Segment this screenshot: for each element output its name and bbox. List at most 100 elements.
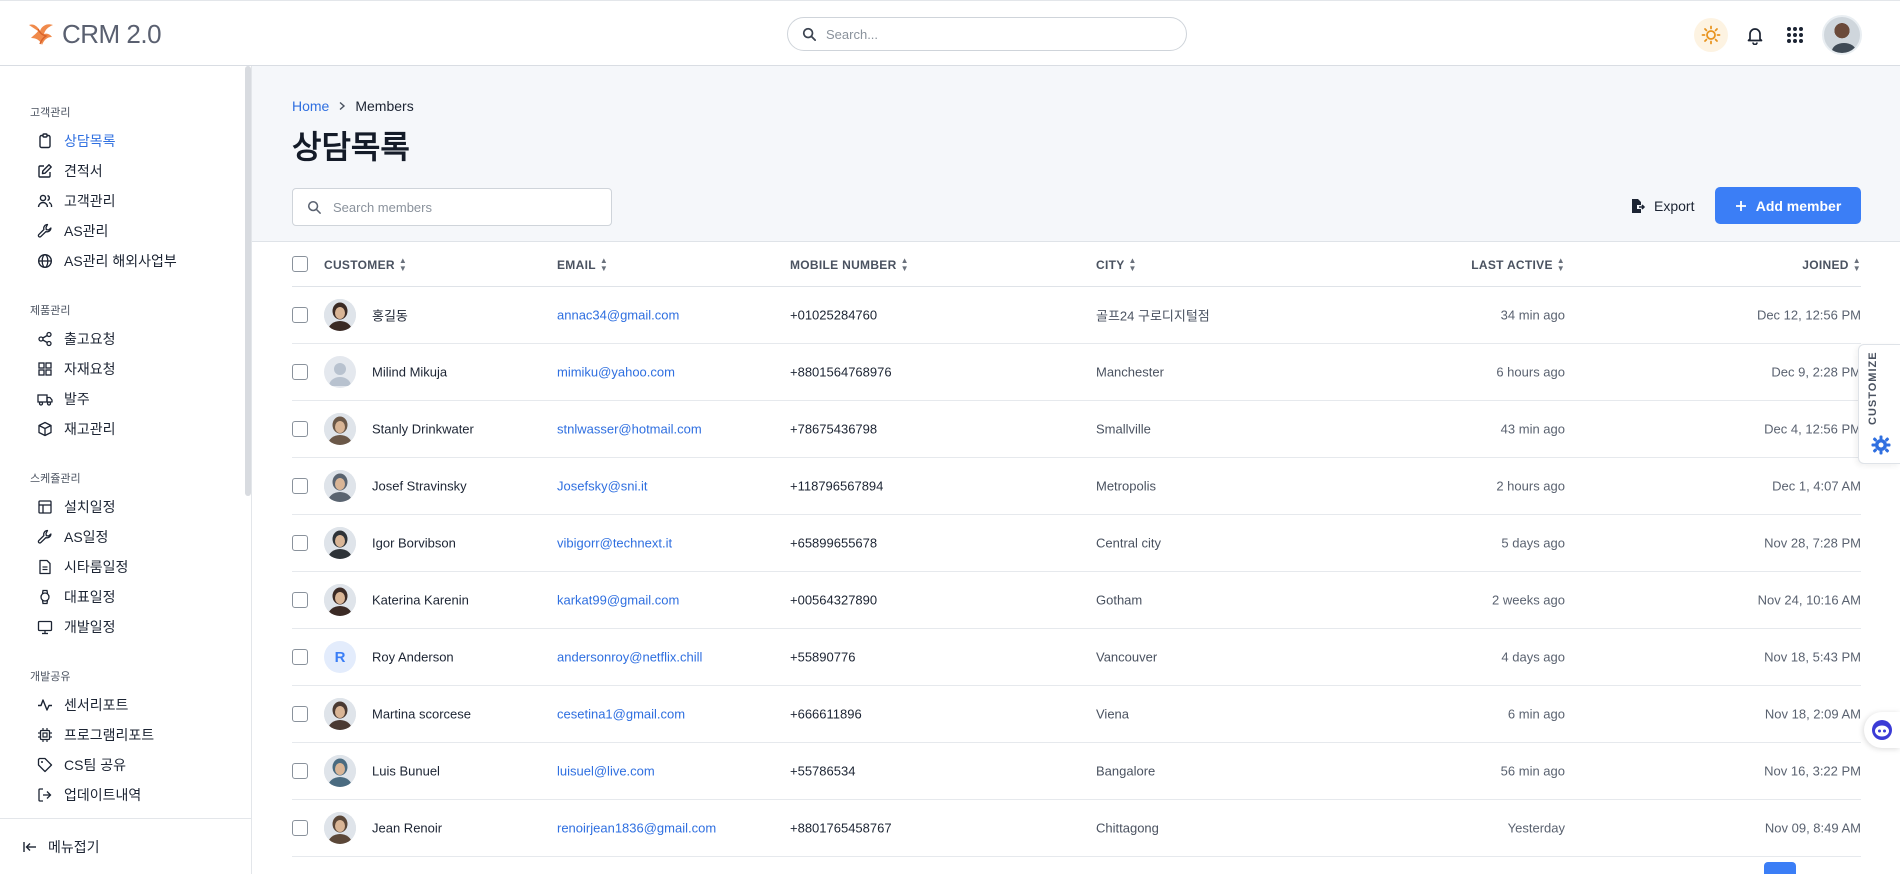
column-email[interactable]: EMAIL ▲ ▼ <box>557 257 608 273</box>
export-button[interactable]: Export <box>1624 188 1700 224</box>
sidebar-item-material-request[interactable]: 자재요청 <box>37 357 116 381</box>
table-row[interactable]: Jean Renoir renoirjean1836@gmail.com +8801… <box>292 800 1861 857</box>
theme-toggle-button[interactable] <box>1694 18 1728 52</box>
customer-name[interactable]: Stanly Drinkwater <box>372 422 474 437</box>
table-row[interactable]: Josef Stravinsky Josefsky@sni.it +11879656… <box>292 458 1861 515</box>
customer-name[interactable]: Josef Stravinsky <box>372 479 467 494</box>
customer-name[interactable]: Katerina Karenin <box>372 593 469 608</box>
customer-email-link[interactable]: luisuel@live.com <box>557 764 655 779</box>
table-row[interactable]: Milind Mikuja mimiku@yahoo.com +8801564768… <box>292 344 1861 401</box>
row-checkbox[interactable] <box>292 364 308 380</box>
customer-avatar <box>324 470 356 502</box>
sidebar-item-cs-share[interactable]: CS팀 공유 <box>37 753 126 777</box>
member-search[interactable] <box>292 188 612 226</box>
sidebar-item-customers[interactable]: 고객관리 <box>37 189 116 213</box>
app-logo[interactable]: CRM 2.0 <box>26 18 162 50</box>
sort-icon: ▲ ▼ <box>1128 256 1137 273</box>
customer-avatar <box>324 755 356 787</box>
breadcrumb-home-link[interactable]: Home <box>292 98 329 114</box>
customer-city: Metropolis <box>1096 478 1156 494</box>
sidebar-item-inventory[interactable]: 재고관리 <box>37 417 116 441</box>
sidebar-item-orders[interactable]: 발주 <box>37 387 90 411</box>
sidebar-item-as-schedule[interactable]: AS일정 <box>37 525 108 549</box>
sidebar-item-consultations[interactable]: 상담목록 <box>37 129 116 153</box>
table-row[interactable]: Luis Bunuel luisuel@live.com +55786534 Bang… <box>292 743 1861 800</box>
sidebar-item-dev-schedule[interactable]: 개발일정 <box>37 615 116 639</box>
pagination-active-page[interactable] <box>1764 862 1796 874</box>
select-all-checkbox[interactable] <box>292 256 308 272</box>
customer-avatar: R <box>324 641 356 673</box>
customer-last-active: Yesterday <box>1507 820 1565 836</box>
add-member-button[interactable]: Add member <box>1715 187 1861 224</box>
customer-name[interactable]: Jean Renoir <box>372 821 442 836</box>
customer-email-link[interactable]: vibigorr@technext.it <box>557 536 672 551</box>
column-last-active[interactable]: LAST ACTIVE ▲ ▼ <box>1471 257 1565 273</box>
column-city[interactable]: CITY ▲ ▼ <box>1096 257 1137 273</box>
row-checkbox[interactable] <box>292 478 308 494</box>
row-checkbox[interactable] <box>292 535 308 551</box>
customer-email-link[interactable]: renoirjean1836@gmail.com <box>557 821 716 836</box>
sidebar-item-sensor-report[interactable]: 센서리포트 <box>37 693 128 717</box>
sort-icon: ▲ ▼ <box>900 256 909 273</box>
customer-city: Vancouver <box>1096 649 1158 665</box>
table-row[interactable]: Martina scorcese cesetina1@gmail.com +6666… <box>292 686 1861 743</box>
table-row[interactable]: Katerina Karenin karkat99@gmail.com +00564… <box>292 572 1861 629</box>
customer-email-link[interactable]: andersonroy@netflix.chill <box>557 650 702 665</box>
row-checkbox[interactable] <box>292 706 308 722</box>
users-icon <box>37 194 53 208</box>
row-checkbox[interactable] <box>292 649 308 665</box>
customer-avatar <box>324 527 356 559</box>
apps-button[interactable] <box>1782 18 1808 52</box>
row-checkbox[interactable] <box>292 421 308 437</box>
chevron-right-icon <box>339 101 346 111</box>
customer-email-link[interactable]: stnlwasser@hotmail.com <box>557 422 702 437</box>
table-row[interactable]: Stanly Drinkwater stnlwasser@hotmail.com +… <box>292 401 1861 458</box>
customer-city: Chittagong <box>1096 820 1159 836</box>
column-joined[interactable]: JOINED ▲ ▼ <box>1802 257 1861 273</box>
sidebar-scrollbar[interactable] <box>245 66 251 496</box>
sidebar-item-update-history[interactable]: 업데이트내역 <box>37 783 141 807</box>
sidebar-item-quotes[interactable]: 견적서 <box>37 159 103 183</box>
user-avatar[interactable] <box>1822 15 1862 55</box>
sidebar-item-ceo-schedule[interactable]: 대표일정 <box>37 585 116 609</box>
notifications-button[interactable] <box>1742 18 1768 52</box>
customer-email-link[interactable]: annac34@gmail.com <box>557 308 679 323</box>
customer-email-link[interactable]: karkat99@gmail.com <box>557 593 679 608</box>
customer-email-link[interactable]: Josefsky@sni.it <box>557 479 648 494</box>
collapse-menu-button[interactable]: 메뉴접기 <box>0 818 251 874</box>
sidebar-item-demo-room-schedule[interactable]: 시타룸일정 <box>37 555 128 579</box>
table-row[interactable]: 홍길동 annac34@gmail.com +01025284760 골프24 구로디… <box>292 287 1861 344</box>
customize-panel-tab[interactable]: CUSTOMIZE <box>1858 344 1900 464</box>
row-checkbox[interactable] <box>292 592 308 608</box>
customer-name[interactable]: 홍길동 <box>372 306 408 325</box>
column-customer[interactable]: CUSTOMER ▲ ▼ <box>324 257 407 273</box>
customer-name[interactable]: Igor Borvibson <box>372 536 456 551</box>
global-search-input[interactable] <box>826 26 1166 42</box>
sidebar-item-as[interactable]: AS관리 <box>37 219 108 243</box>
customer-email-link[interactable]: cesetina1@gmail.com <box>557 707 685 722</box>
support-chat-button[interactable] <box>1864 712 1900 748</box>
sidebar-item-as-overseas[interactable]: AS관리 해외사업부 <box>37 249 177 273</box>
member-search-input[interactable] <box>333 199 593 215</box>
sidebar-section-schedule: 스케쥴관리 <box>30 473 81 485</box>
customer-email-link[interactable]: mimiku@yahoo.com <box>557 365 675 380</box>
table-row[interactable]: Igor Borvibson vibigorr@technext.it +65899… <box>292 515 1861 572</box>
customer-name[interactable]: Milind Mikuja <box>372 365 447 380</box>
row-checkbox[interactable] <box>292 820 308 836</box>
customer-mobile: +01025284760 <box>790 307 878 323</box>
sidebar: 고객관리 상담목록 견적서 고객관리 AS관리 AS관리 해외사업부 제품관리 … <box>0 66 252 874</box>
sidebar-item-program-report[interactable]: 프로그램리포트 <box>37 723 154 747</box>
global-search[interactable] <box>787 17 1187 51</box>
sidebar-item-install-schedule[interactable]: 설치일정 <box>37 495 116 519</box>
sidebar-item-shipping-request[interactable]: 출고요청 <box>37 327 116 351</box>
customer-last-active: 6 hours ago <box>1496 364 1565 380</box>
customer-name[interactable]: Luis Bunuel <box>372 764 440 779</box>
row-checkbox[interactable] <box>292 307 308 323</box>
row-checkbox[interactable] <box>292 763 308 779</box>
customer-name[interactable]: Martina scorcese <box>372 707 471 722</box>
customer-name[interactable]: Roy Anderson <box>372 650 454 665</box>
column-mobile[interactable]: MOBILE NUMBER ▲ ▼ <box>790 257 909 273</box>
table-row[interactable]: R Roy Anderson andersonroy@netflix.chill +5… <box>292 629 1861 686</box>
customer-photo <box>324 299 356 331</box>
customer-avatar <box>324 698 356 730</box>
